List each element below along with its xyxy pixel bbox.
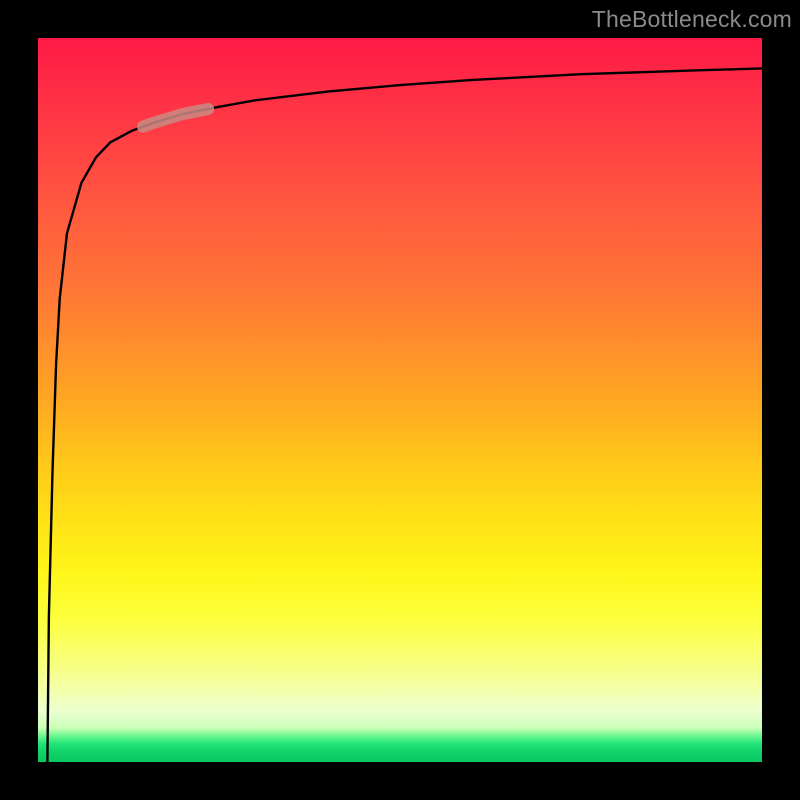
curve-layer [38,38,762,762]
watermark-text: TheBottleneck.com [592,6,792,33]
plot-area [38,38,762,762]
chart-stage: TheBottleneck.com [0,0,800,800]
curve-highlight [143,109,208,127]
curve-line [47,68,762,762]
